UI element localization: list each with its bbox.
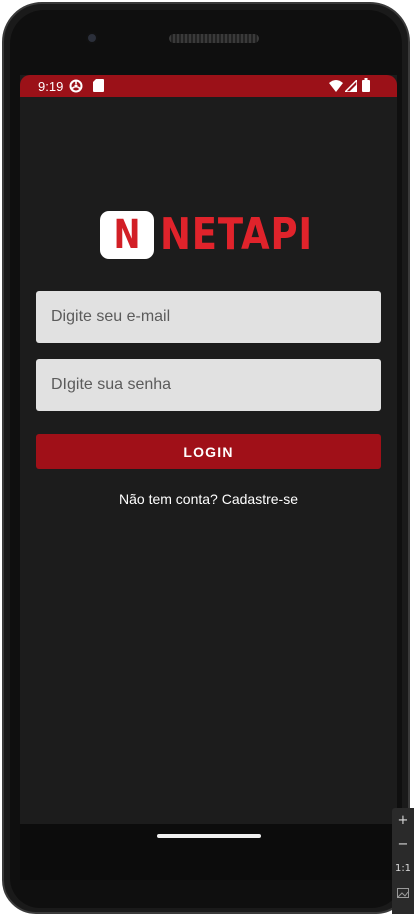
front-camera [86,32,98,44]
actual-size-button[interactable]: 1:1 [392,858,414,880]
login-button[interactable]: LOGIN [36,434,381,469]
netapi-logo: N NETAPI [100,209,320,262]
logo-badge: N [100,211,154,259]
wifi-icon [329,80,343,95]
navigation-bar [20,824,397,880]
zoom-in-button[interactable]: + [392,810,414,832]
app-screen: 9:19 N NETAPI Digite seu e-mail LOGIN Nã… [20,75,397,824]
status-time: 9:19 [38,79,64,94]
earpiece-speaker [169,34,259,43]
status-bar: 9:19 [20,75,397,97]
settings-icon [69,79,83,96]
email-input[interactable] [36,291,381,343]
sd-card-icon [93,79,104,95]
logo-text: NETAPI [160,209,314,260]
signup-link[interactable]: Não tem conta? Cadastre-se [20,491,397,507]
password-input[interactable] [36,359,381,411]
signal-icon [343,78,358,95]
emulator-toolbar: + − 1:1 [392,808,414,914]
zoom-out-button[interactable]: − [392,834,414,856]
logo-badge-letter: N [113,212,141,258]
screenshot-icon[interactable] [392,882,414,904]
battery-icon [362,78,370,95]
home-gesture-pill[interactable] [157,834,261,838]
